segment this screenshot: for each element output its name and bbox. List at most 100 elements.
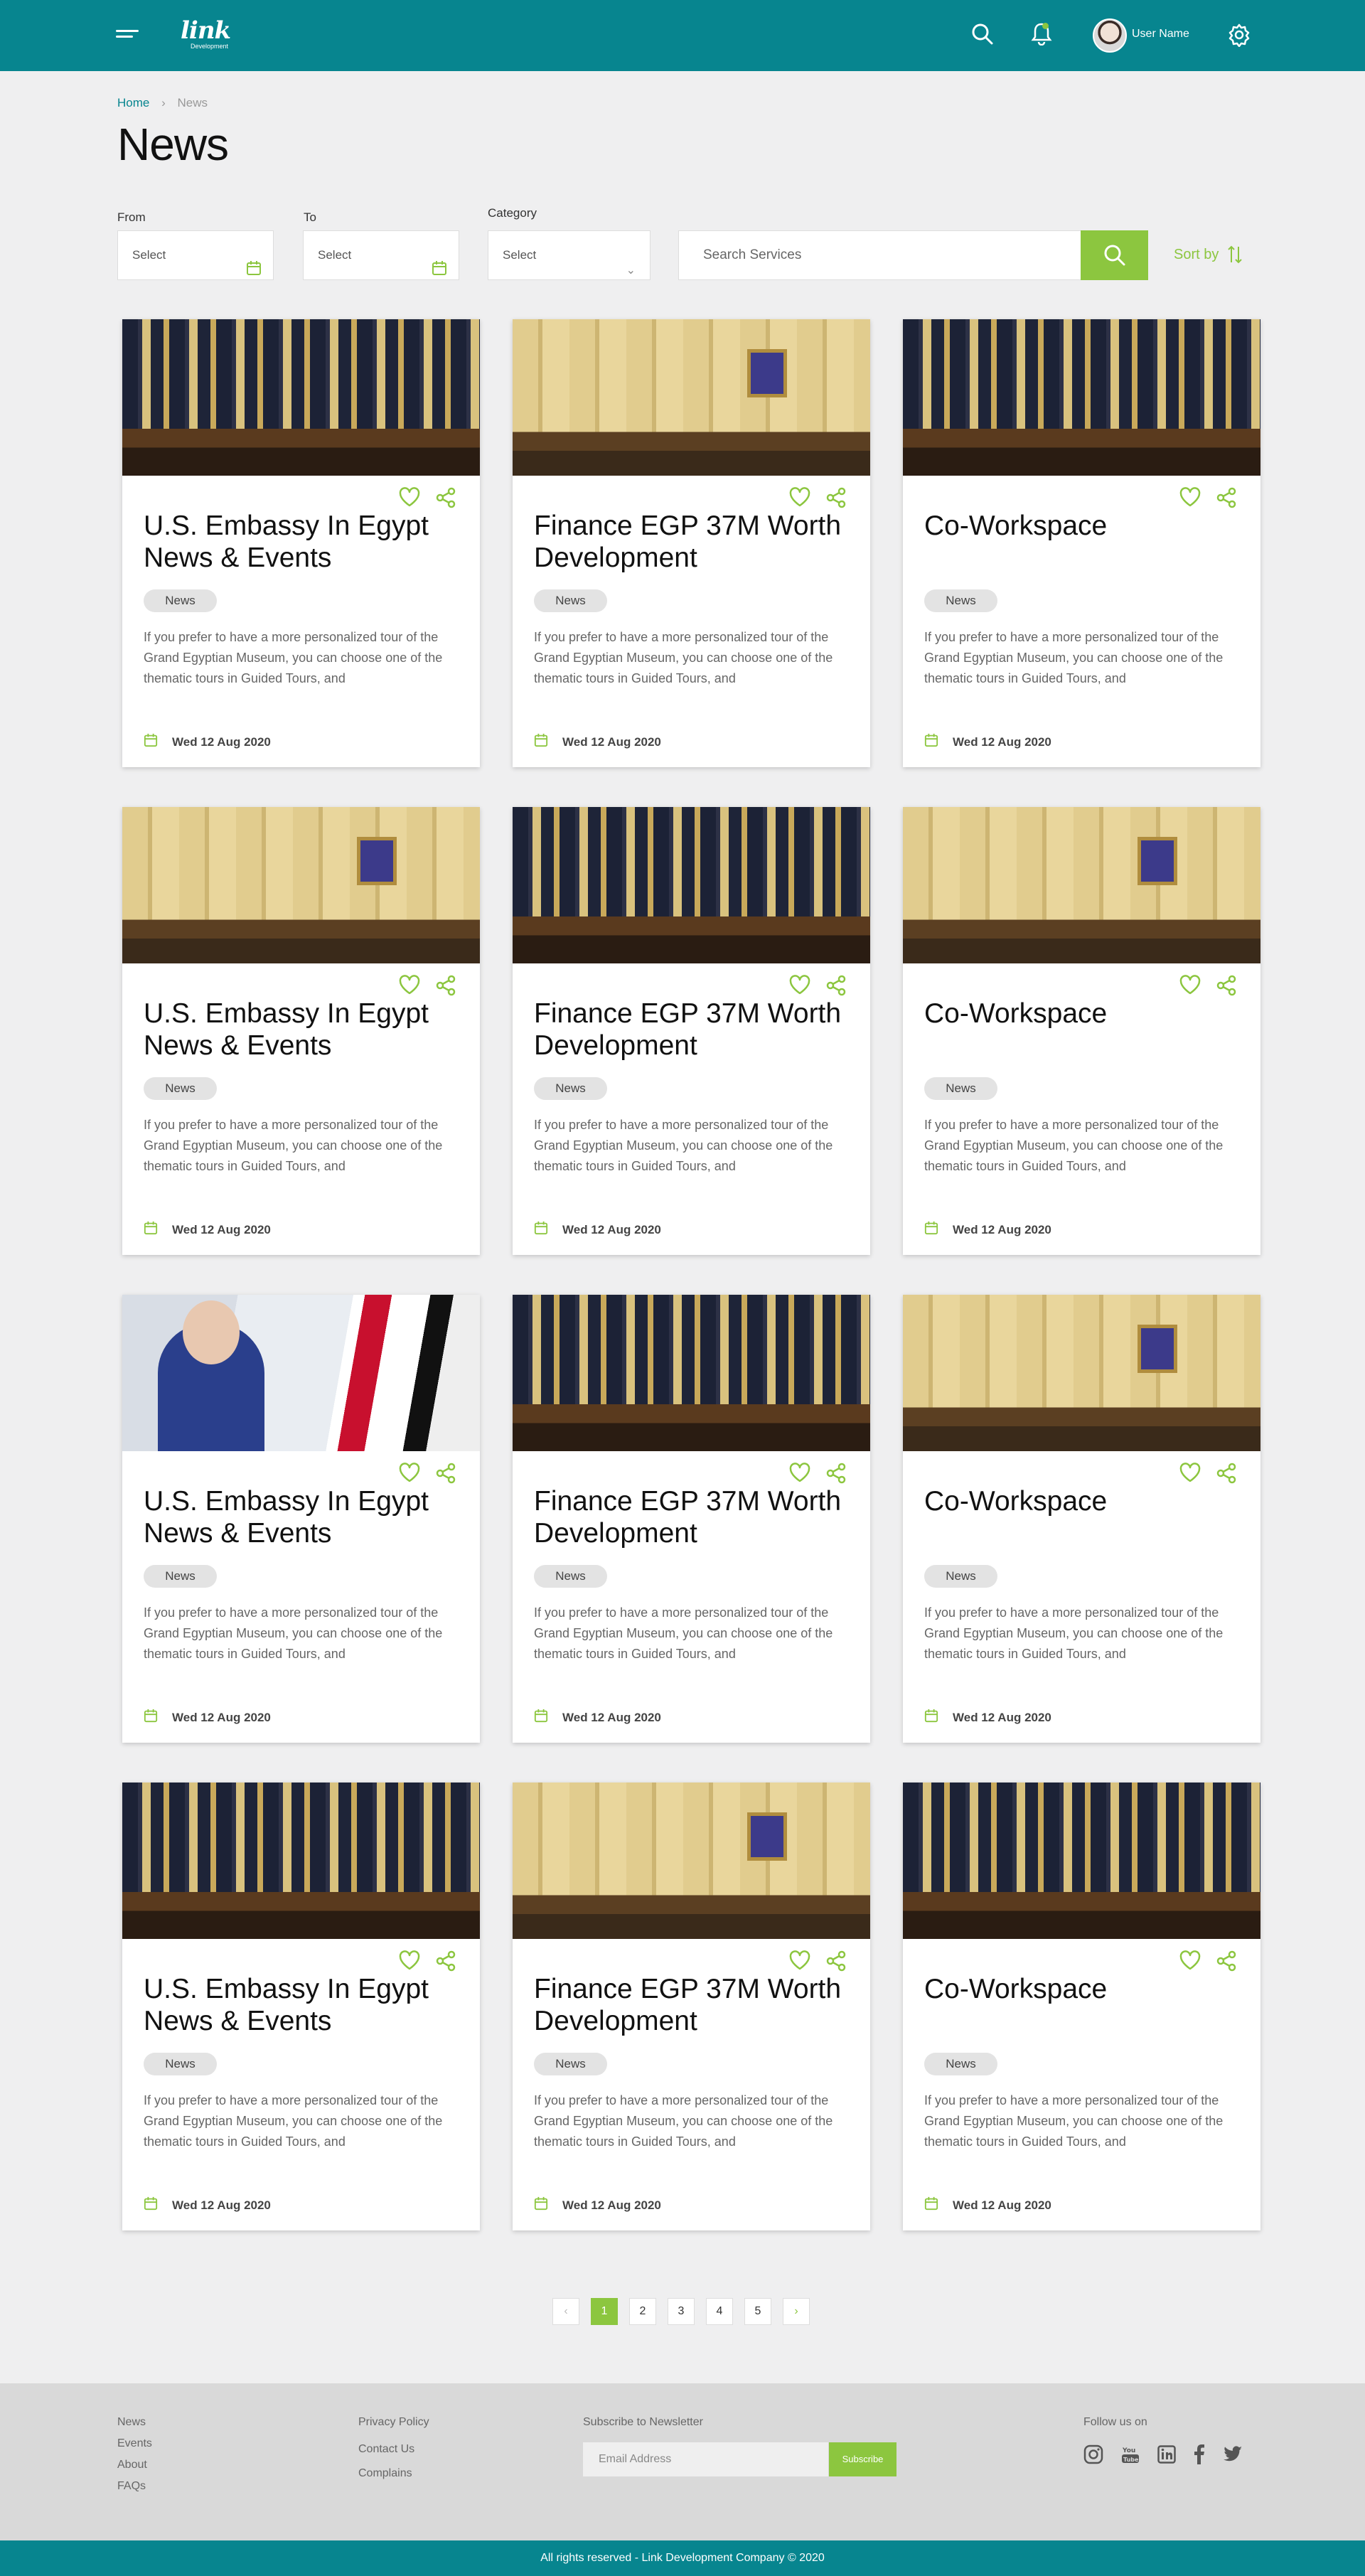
share-icon[interactable]: [1216, 1950, 1237, 1975]
share-icon[interactable]: [825, 487, 847, 512]
page-button-3[interactable]: 3: [668, 2298, 695, 2325]
news-card[interactable]: U.S. Embassy In Egypt News & Events News I…: [122, 319, 480, 767]
news-image[interactable]: [513, 319, 870, 476]
share-icon[interactable]: [1216, 487, 1237, 512]
youtube-icon[interactable]: You Tube: [1121, 2444, 1140, 2468]
news-image[interactable]: [513, 1295, 870, 1451]
heart-icon[interactable]: [1179, 1463, 1201, 1486]
news-image[interactable]: [903, 1295, 1260, 1451]
linkedin-icon[interactable]: [1157, 2445, 1176, 2467]
page-button-4[interactable]: 4: [706, 2298, 733, 2325]
news-title[interactable]: U.S. Embassy In Egypt News & Events: [144, 510, 464, 574]
notification-bell-icon[interactable]: [1031, 21, 1052, 49]
heart-icon[interactable]: [1179, 975, 1201, 998]
instagram-icon[interactable]: [1083, 2444, 1103, 2468]
heart-icon[interactable]: [399, 975, 420, 998]
share-icon[interactable]: [435, 1463, 456, 1487]
news-card[interactable]: U.S. Embassy In Egypt News & Events News I…: [122, 1295, 480, 1743]
footer-link-news[interactable]: News: [117, 2412, 152, 2433]
footer-link-privacy[interactable]: Privacy Policy: [358, 2412, 429, 2433]
heart-icon[interactable]: [1179, 1950, 1201, 1974]
next-page-button[interactable]: ›: [783, 2298, 810, 2325]
share-icon[interactable]: [435, 487, 456, 512]
search-button[interactable]: [1081, 230, 1148, 280]
sort-icon: [1228, 245, 1243, 264]
news-card[interactable]: Co-Workspace News If you prefer to have a …: [903, 807, 1260, 1255]
hamburger-menu-icon[interactable]: [116, 30, 139, 44]
footer-link-events[interactable]: Events: [117, 2433, 152, 2454]
avatar[interactable]: [1093, 18, 1127, 53]
news-card[interactable]: U.S. Embassy In Egypt News & Events News I…: [122, 1783, 480, 2230]
news-title[interactable]: Co-Workspace: [924, 1485, 1244, 1517]
logo[interactable]: link Development: [181, 18, 231, 50]
news-title[interactable]: Co-Workspace: [924, 998, 1244, 1030]
from-date-value: Select: [132, 248, 166, 262]
heart-icon[interactable]: [399, 1950, 420, 1974]
heart-icon[interactable]: [399, 487, 420, 511]
share-icon[interactable]: [825, 1950, 847, 1975]
news-image[interactable]: [122, 807, 480, 963]
footer-link-faqs[interactable]: FAQs: [117, 2476, 152, 2497]
news-card[interactable]: Finance EGP 37M Worth Development News If …: [513, 1295, 870, 1743]
heart-icon[interactable]: [1179, 487, 1201, 511]
news-card[interactable]: Co-Workspace News If you prefer to have a …: [903, 1295, 1260, 1743]
share-icon[interactable]: [825, 1463, 847, 1487]
share-icon[interactable]: [1216, 975, 1237, 1000]
news-image[interactable]: [513, 1783, 870, 1939]
twitter-icon[interactable]: [1223, 2446, 1243, 2467]
news-image[interactable]: [122, 1295, 480, 1451]
from-date-picker[interactable]: Select: [117, 230, 274, 280]
news-date-text: Wed 12 Aug 2020: [172, 734, 271, 749]
subscribe-button[interactable]: Subscribe: [829, 2442, 896, 2476]
search-icon[interactable]: [971, 23, 994, 49]
user-name[interactable]: User Name: [1132, 28, 1189, 41]
news-image[interactable]: [903, 807, 1260, 963]
share-icon[interactable]: [435, 1950, 456, 1975]
heart-icon[interactable]: [789, 975, 810, 998]
prev-page-button[interactable]: ‹: [552, 2298, 579, 2325]
category-tag: News: [924, 2053, 997, 2075]
news-title[interactable]: Co-Workspace: [924, 1973, 1244, 2005]
news-title[interactable]: Finance EGP 37M Worth Development: [534, 1973, 854, 2037]
news-title[interactable]: U.S. Embassy In Egypt News & Events: [144, 1973, 464, 2037]
news-description: If you prefer to have a more personalize…: [144, 630, 443, 685]
news-title[interactable]: Finance EGP 37M Worth Development: [534, 510, 854, 574]
share-icon[interactable]: [435, 975, 456, 1000]
gear-icon[interactable]: [1227, 23, 1251, 50]
news-image[interactable]: [122, 1783, 480, 1939]
share-icon[interactable]: [825, 975, 847, 1000]
heart-icon[interactable]: [789, 1950, 810, 1974]
breadcrumb-home[interactable]: Home: [117, 96, 149, 109]
heart-icon[interactable]: [789, 487, 810, 511]
news-title[interactable]: Finance EGP 37M Worth Development: [534, 1485, 854, 1549]
news-card[interactable]: Co-Workspace News If you prefer to have a …: [903, 1783, 1260, 2230]
page-button-2[interactable]: 2: [629, 2298, 656, 2325]
email-field[interactable]: Email Address: [583, 2442, 828, 2476]
heart-icon[interactable]: [399, 1463, 420, 1486]
news-card[interactable]: U.S. Embassy In Egypt News & Events News I…: [122, 807, 480, 1255]
news-title[interactable]: Co-Workspace: [924, 510, 1244, 542]
footer-link-about[interactable]: About: [117, 2454, 152, 2476]
news-card[interactable]: Finance EGP 37M Worth Development News If …: [513, 807, 870, 1255]
heart-icon[interactable]: [789, 1463, 810, 1486]
facebook-icon[interactable]: [1194, 2444, 1205, 2468]
footer-link-contact[interactable]: Contact Us: [358, 2439, 429, 2460]
news-card[interactable]: Finance EGP 37M Worth Development News If …: [513, 1783, 870, 2230]
news-card[interactable]: Co-Workspace News If you prefer to have a …: [903, 319, 1260, 767]
sort-by-button[interactable]: Sort by: [1174, 245, 1243, 264]
news-image[interactable]: [903, 319, 1260, 476]
news-title[interactable]: U.S. Embassy In Egypt News & Events: [144, 998, 464, 1062]
share-icon[interactable]: [1216, 1463, 1237, 1487]
news-image[interactable]: [903, 1783, 1260, 1939]
news-card[interactable]: Finance EGP 37M Worth Development News If …: [513, 319, 870, 767]
news-image[interactable]: [513, 807, 870, 963]
news-title[interactable]: U.S. Embassy In Egypt News & Events: [144, 1485, 464, 1549]
to-date-picker[interactable]: Select: [303, 230, 459, 280]
search-input[interactable]: Search Services: [678, 230, 1081, 280]
news-image[interactable]: [122, 319, 480, 476]
page-button-1[interactable]: 1: [591, 2298, 618, 2325]
page-button-5[interactable]: 5: [744, 2298, 771, 2325]
category-select[interactable]: Select ⌄: [488, 230, 651, 280]
footer-link-complains[interactable]: Complains: [358, 2463, 429, 2484]
news-title[interactable]: Finance EGP 37M Worth Development: [534, 998, 854, 1062]
